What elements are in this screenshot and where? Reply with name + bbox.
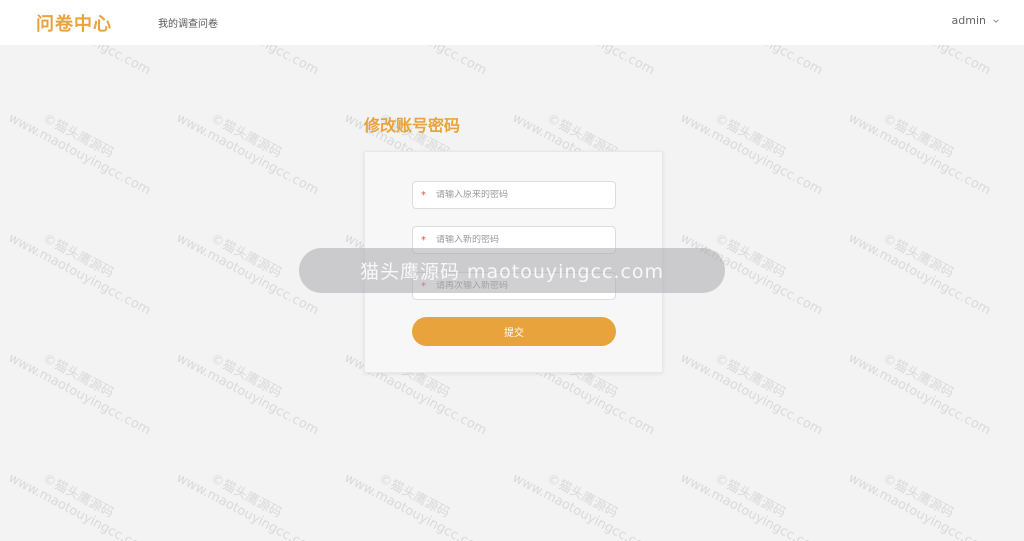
top-header: 问卷中心 我的调查问卷 admin: [0, 0, 1024, 45]
watermark-text: ©猫头鹰源码: [208, 351, 285, 402]
watermark-text: ©猫头鹰源码: [880, 111, 957, 162]
watermark-text: ©猫头鹰源码: [40, 351, 117, 402]
watermark-text: ©猫头鹰源码: [208, 231, 285, 282]
watermark-text: ©猫头鹰源码: [712, 351, 789, 402]
required-mark: *: [421, 189, 426, 201]
submit-button[interactable]: 提交: [412, 317, 616, 346]
watermark-text: www.maotouyingcc.com: [173, 470, 321, 541]
watermark-text: ©猫头鹰源码: [376, 471, 453, 522]
watermark-text: ©猫头鹰源码: [880, 471, 957, 522]
watermark-text: www.maotouyingcc.com: [5, 110, 153, 199]
user-name: admin: [951, 14, 986, 27]
watermark-text: ©猫头鹰源码: [208, 471, 285, 522]
watermark-text: www.maotouyingcc.com: [5, 230, 153, 319]
watermark-text: ©猫头鹰源码: [544, 471, 621, 522]
watermark-text: ©猫头鹰源码: [40, 471, 117, 522]
watermark-text: www.maotouyingcc.com: [677, 110, 825, 199]
page-title: 修改账号密码: [364, 116, 461, 135]
watermark-text: ©猫头鹰源码: [208, 111, 285, 162]
chevron-down-icon: [993, 18, 999, 23]
watermark-text: www.maotouyingcc.com: [342, 45, 489, 78]
required-mark: *: [421, 234, 426, 246]
watermark-text: www.maotouyingcc.com: [510, 45, 657, 78]
watermark-text: www.maotouyingcc.com: [6, 45, 153, 78]
nav-my-surveys[interactable]: 我的调查问卷: [158, 15, 218, 30]
watermark-text: ©猫头鹰源码: [880, 231, 957, 282]
watermark-text: www.maotouyingcc.com: [845, 110, 993, 199]
watermark-text: ©猫头鹰源码: [880, 351, 957, 402]
watermark-text: www.maotouyingcc.com: [678, 45, 825, 78]
watermark-text: www.maotouyingcc.com: [845, 230, 993, 319]
watermark-text: www.maotouyingcc.com: [677, 350, 825, 439]
watermark-text: ©猫头鹰源码: [40, 111, 117, 162]
watermark-text: www.maotouyingcc.com: [509, 470, 657, 541]
old-password-input[interactable]: [436, 190, 596, 200]
watermark-text: www.maotouyingcc.com: [846, 45, 993, 78]
watermark-text: www.maotouyingcc.com: [5, 350, 153, 439]
new-password-input[interactable]: [436, 235, 596, 245]
watermark-banner: 猫头鹰源码 maotouyingcc.com: [299, 248, 725, 293]
watermark-text: www.maotouyingcc.com: [174, 45, 321, 78]
watermark-text: www.maotouyingcc.com: [173, 350, 321, 439]
watermark-text: www.maotouyingcc.com: [173, 110, 321, 199]
watermark-text: www.maotouyingcc.com: [341, 470, 489, 541]
watermark-text: www.maotouyingcc.com: [845, 470, 993, 541]
old-password-field[interactable]: *: [412, 181, 616, 209]
watermark-text: ©猫头鹰源码: [40, 231, 117, 282]
watermark-text: ©猫头鹰源码: [712, 111, 789, 162]
watermark-text: www.maotouyingcc.com: [5, 470, 153, 541]
watermark-text: www.maotouyingcc.com: [677, 470, 825, 541]
app-logo[interactable]: 问卷中心: [36, 10, 112, 36]
watermark-text: ©猫头鹰源码: [712, 471, 789, 522]
user-menu[interactable]: admin: [952, 14, 1000, 27]
watermark-text: www.maotouyingcc.com: [845, 350, 993, 439]
